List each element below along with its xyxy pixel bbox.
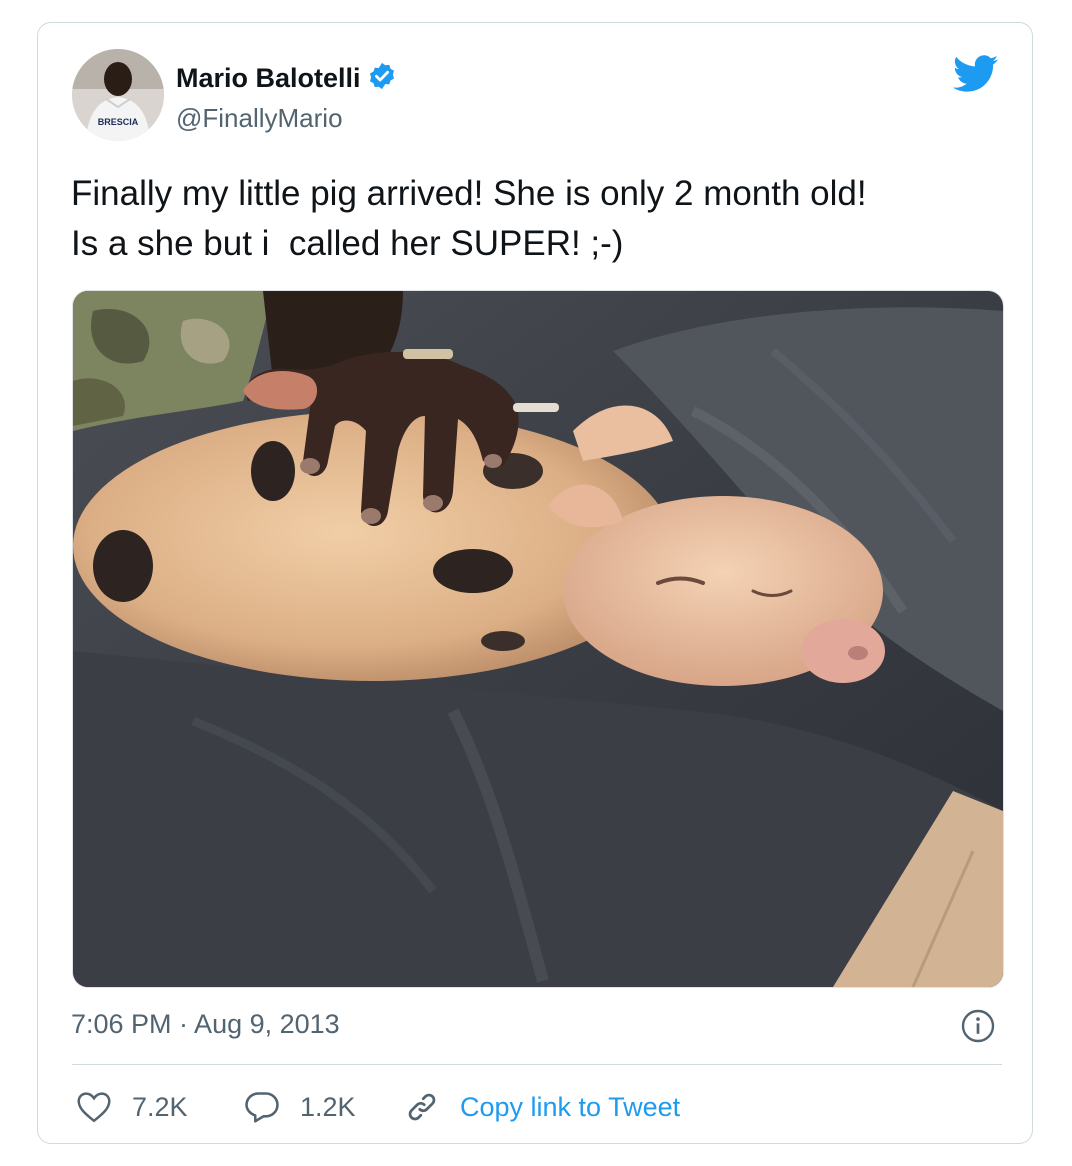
avatar-photo: BRESCIA: [72, 49, 164, 141]
author-display-name[interactable]: Mario Balotelli: [176, 63, 361, 93]
author-name-row[interactable]: Mario Balotelli: [176, 61, 397, 98]
tweet-card: BRESCIA Mario Balotelli @FinallyMario Fi…: [37, 22, 1033, 1144]
svg-text:BRESCIA: BRESCIA: [98, 117, 139, 127]
tweet-timestamp[interactable]: 7:06 PM · Aug 9, 2013: [71, 1009, 340, 1040]
pig-photo-illustration: [73, 291, 1003, 987]
like-button[interactable]: 7.2K: [76, 1091, 244, 1123]
reply-count: 1.2K: [300, 1091, 356, 1122]
divider: [72, 1064, 1002, 1065]
reply-bubble-icon: [245, 1092, 279, 1123]
copy-link-label: Copy link to Tweet: [460, 1091, 681, 1122]
like-count: 7.2K: [132, 1091, 188, 1122]
author-handle[interactable]: @FinallyMario: [176, 103, 343, 134]
reply-button[interactable]: 1.2K: [244, 1090, 404, 1124]
info-icon[interactable]: [960, 1008, 996, 1049]
verified-badge-icon: [367, 61, 397, 98]
tweet-actions: 7.2K 1.2K Copy link to Tweet: [76, 1087, 680, 1127]
tweet-text: Finally my little pig arrived! She is on…: [71, 174, 867, 263]
twitter-bird-icon[interactable]: [953, 55, 999, 98]
heart-icon: [77, 1092, 111, 1123]
avatar[interactable]: BRESCIA: [72, 49, 164, 141]
tweet-photo[interactable]: [72, 290, 1004, 988]
copy-link-button[interactable]: Copy link to Tweet: [404, 1089, 680, 1125]
link-icon: [408, 1093, 436, 1121]
